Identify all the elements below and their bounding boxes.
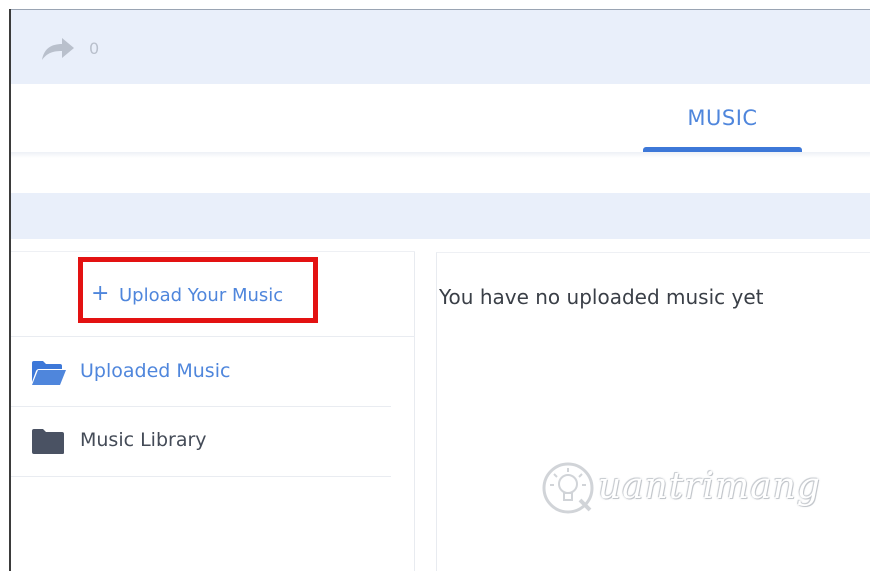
sidebar-item-label: Music Library xyxy=(80,429,207,451)
lightbulb-logo-icon xyxy=(542,462,594,514)
share-arrow-icon[interactable] xyxy=(40,36,76,62)
window-left-border xyxy=(9,9,11,571)
sidebar-item-music-library[interactable]: Music Library xyxy=(11,407,391,476)
tab-strip-shadow xyxy=(11,152,870,158)
upload-music-button[interactable]: + Upload Your Music xyxy=(78,257,318,323)
folder-open-icon xyxy=(31,360,67,386)
sidebar-item-uploaded-music[interactable]: Uploaded Music xyxy=(11,337,391,406)
section-header-band xyxy=(11,193,870,239)
upload-music-label: Upload Your Music xyxy=(119,285,284,306)
watermark: uantrimang xyxy=(540,458,858,520)
sidebar-item-label: Uploaded Music xyxy=(80,360,231,382)
empty-state-message: You have no uploaded music yet xyxy=(439,285,764,309)
plus-icon: + xyxy=(91,281,110,306)
tab-music-label: MUSIC xyxy=(687,106,758,130)
app-frame: 0 MUSIC + Upload Your Music Uploaded Mus… xyxy=(0,0,870,571)
watermark-text: uantrimang xyxy=(598,466,821,507)
folder-icon xyxy=(31,428,65,455)
share-count: 0 xyxy=(89,39,100,58)
share-bar xyxy=(11,10,870,84)
sidebar-divider xyxy=(11,476,391,477)
tab-music[interactable]: MUSIC xyxy=(643,84,802,152)
